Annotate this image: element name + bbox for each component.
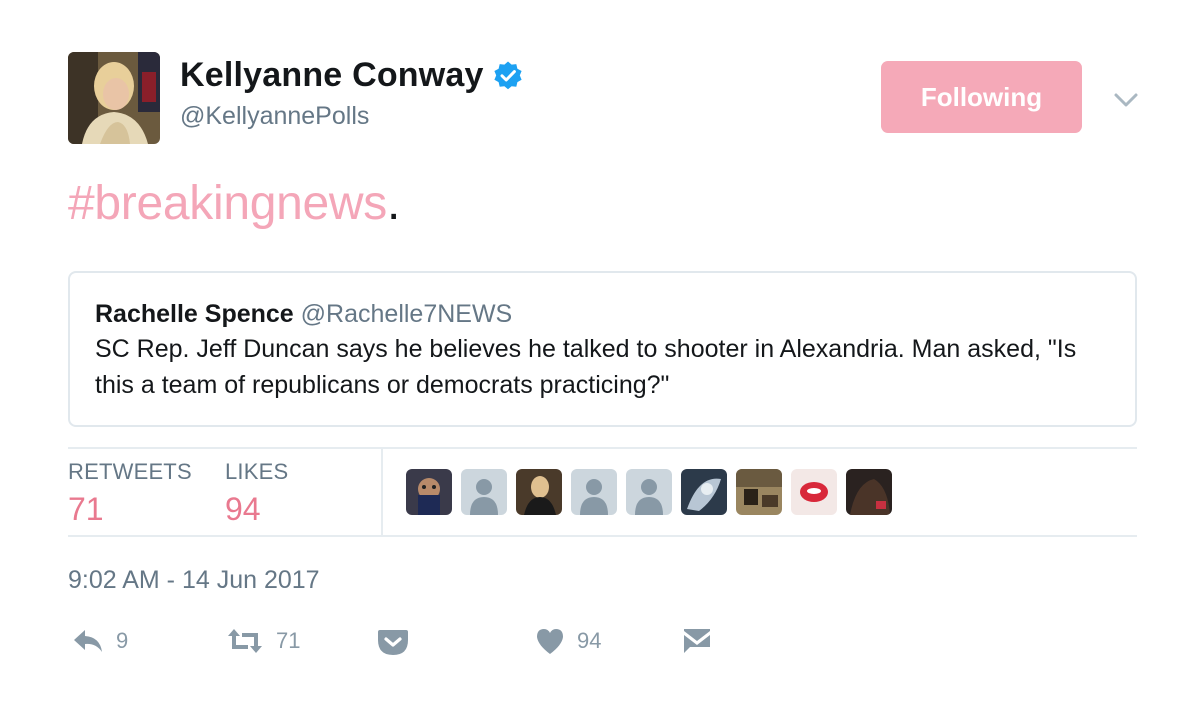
quoted-tweet-text: SC Rep. Jeff Duncan says he believes he … [95,335,1077,399]
liker-avatar[interactable] [791,469,837,515]
likes-count: 94 [225,491,261,527]
like-action[interactable]: 94 [535,627,601,655]
retweets-stat[interactable]: RETWEETS 71 [68,459,192,528]
tweet-text: #breakingnews. [68,176,400,231]
direct-message-action[interactable] [682,627,712,655]
quoted-tweet-header: Rachelle Spence @Rachelle7NEWS [95,297,1111,331]
liker-avatar[interactable] [516,469,562,515]
retweets-label: RETWEETS [68,459,192,484]
chevron-down-icon[interactable] [1112,86,1140,114]
verified-badge-icon [494,61,522,89]
like-count: 94 [577,628,602,653]
envelope-icon [684,629,710,653]
quoted-tweet-card[interactable]: Rachelle Spence @Rachelle7NEWS SC Rep. J… [68,271,1137,427]
author-name-text[interactable]: Kellyanne Conway [180,56,484,95]
hashtag-link[interactable]: #breakingnews [68,177,387,230]
liker-avatar-default[interactable] [461,469,507,515]
author-name[interactable]: Kellyanne Conway [180,56,524,95]
author-handle[interactable]: @KellyannePolls [180,102,369,131]
divider [68,447,1137,449]
liker-avatar[interactable] [736,469,782,515]
tweet-trailing-text: . [386,177,401,230]
liker-avatar-default[interactable] [571,469,617,515]
liker-avatars [406,469,901,515]
liker-avatar[interactable] [406,469,452,515]
liker-avatar[interactable] [681,469,727,515]
reply-action[interactable]: 9 [72,627,128,655]
liker-avatar[interactable] [846,469,892,515]
retweet-icon [228,629,262,653]
retweet-action[interactable]: 71 [226,627,300,655]
heart-icon [537,629,563,654]
stats-divider [381,448,383,536]
quoted-author-handle: @Rachelle7NEWS [300,300,513,328]
reply-count: 9 [116,628,129,653]
tweet-timestamp[interactable]: 9:02 AM - 14 Jun 2017 [68,566,320,595]
author-avatar[interactable] [68,52,160,144]
divider [68,535,1137,537]
pocket-action[interactable] [377,627,409,657]
reply-icon [74,630,102,652]
retweets-count: 71 [68,491,104,527]
pocket-icon [378,630,408,655]
likes-label: LIKES [225,459,289,484]
quoted-author-name: Rachelle Spence [95,300,294,328]
following-button[interactable]: Following [881,61,1082,133]
liker-avatar-default[interactable] [626,469,672,515]
likes-stat[interactable]: LIKES 94 [225,459,288,528]
retweet-count: 71 [276,628,301,653]
